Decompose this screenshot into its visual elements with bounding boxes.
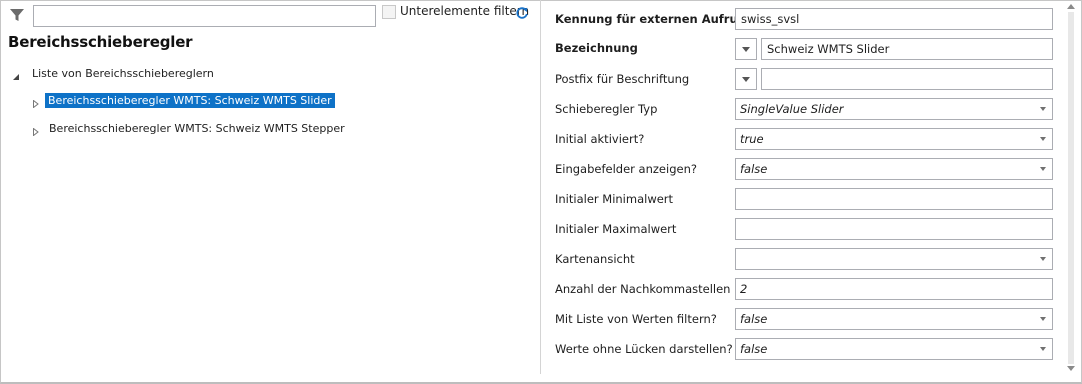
postfix-label: Postfix für Beschriftung	[555, 72, 690, 86]
initial-min-input[interactable]	[735, 188, 1053, 210]
chevron-down-icon	[742, 77, 750, 82]
tree-item-selected[interactable]: Bereichsschieberegler WMTS: Schweiz WMTS…	[45, 93, 335, 108]
values-without-gaps-value: false	[740, 342, 768, 356]
map-view-label: Kartenansicht	[555, 252, 635, 266]
filter-with-value-list-label: Mit Liste von Werten filtern?	[555, 312, 717, 326]
values-without-gaps-select[interactable]: false	[735, 338, 1053, 360]
designation-label: Bezeichnung	[555, 41, 638, 55]
scroll-down-icon[interactable]	[1067, 366, 1075, 371]
external-id-input[interactable]: swiss_svsl	[735, 8, 1053, 30]
chevron-down-icon	[1040, 137, 1046, 141]
scroll-track[interactable]	[1068, 12, 1074, 364]
show-input-fields-label: Eingabefelder anzeigen?	[555, 162, 697, 176]
chevron-down-icon	[1040, 257, 1046, 261]
designation-language-dropdown[interactable]	[735, 38, 757, 60]
filter-input[interactable]	[33, 5, 376, 27]
subelements-filter-checkbox[interactable]	[382, 5, 396, 19]
postfix-input[interactable]	[761, 68, 1053, 90]
decimal-places-input[interactable]: 2	[735, 278, 1053, 300]
panel-divider	[540, 0, 541, 374]
filter-with-value-list-select[interactable]: false	[735, 308, 1053, 330]
slider-type-label: Schieberegler Typ	[555, 102, 658, 116]
tree-item[interactable]: Bereichsschieberegler WMTS: Schweiz WMTS…	[49, 122, 345, 135]
subelements-filter-label: Unterelemente filtern	[400, 4, 530, 18]
chevron-down-icon	[1040, 107, 1046, 111]
chevron-down-icon	[1040, 347, 1046, 351]
vertical-scrollbar[interactable]	[1065, 4, 1077, 371]
slider-type-select[interactable]: SingleValue Slider	[735, 98, 1053, 120]
filter-icon[interactable]	[9, 7, 25, 23]
decimal-places-value: 2	[740, 282, 748, 296]
initially-activated-select[interactable]: true	[735, 128, 1053, 150]
values-without-gaps-label: Werte ohne Lücken darstellen?	[555, 342, 733, 356]
scroll-up-icon[interactable]	[1067, 4, 1075, 9]
postfix-language-dropdown[interactable]	[735, 68, 757, 90]
decimal-places-label: Anzahl der Nachkommastellen	[555, 282, 731, 296]
expand-arrow-icon[interactable]	[32, 125, 40, 137]
collapse-arrow-icon[interactable]	[12, 70, 20, 80]
refresh-icon[interactable]	[515, 6, 529, 20]
panel-title: Bereichsschieberegler	[8, 33, 193, 51]
show-input-fields-select[interactable]: false	[735, 158, 1053, 180]
initial-max-input[interactable]	[735, 218, 1053, 240]
external-id-label: Kennung für externen Aufruf	[555, 12, 743, 26]
tree-root-label[interactable]: Liste von Bereichsschiebereglern	[32, 67, 214, 80]
initially-activated-value: true	[740, 132, 764, 146]
show-input-fields-value: false	[740, 162, 768, 176]
chevron-down-icon	[742, 47, 750, 52]
slider-type-value: SingleValue Slider	[740, 102, 844, 116]
chevron-down-icon	[1040, 317, 1046, 321]
initially-activated-label: Initial aktiviert?	[555, 132, 645, 146]
map-view-select[interactable]	[735, 248, 1053, 270]
initial-min-label: Initialer Minimalwert	[555, 192, 674, 206]
designation-input[interactable]: Schweiz WMTS Slider	[761, 38, 1053, 60]
filter-with-value-list-value: false	[740, 312, 768, 326]
chevron-down-icon	[1040, 167, 1046, 171]
initial-max-label: Initialer Maximalwert	[555, 222, 677, 236]
expand-arrow-icon[interactable]	[32, 97, 40, 109]
